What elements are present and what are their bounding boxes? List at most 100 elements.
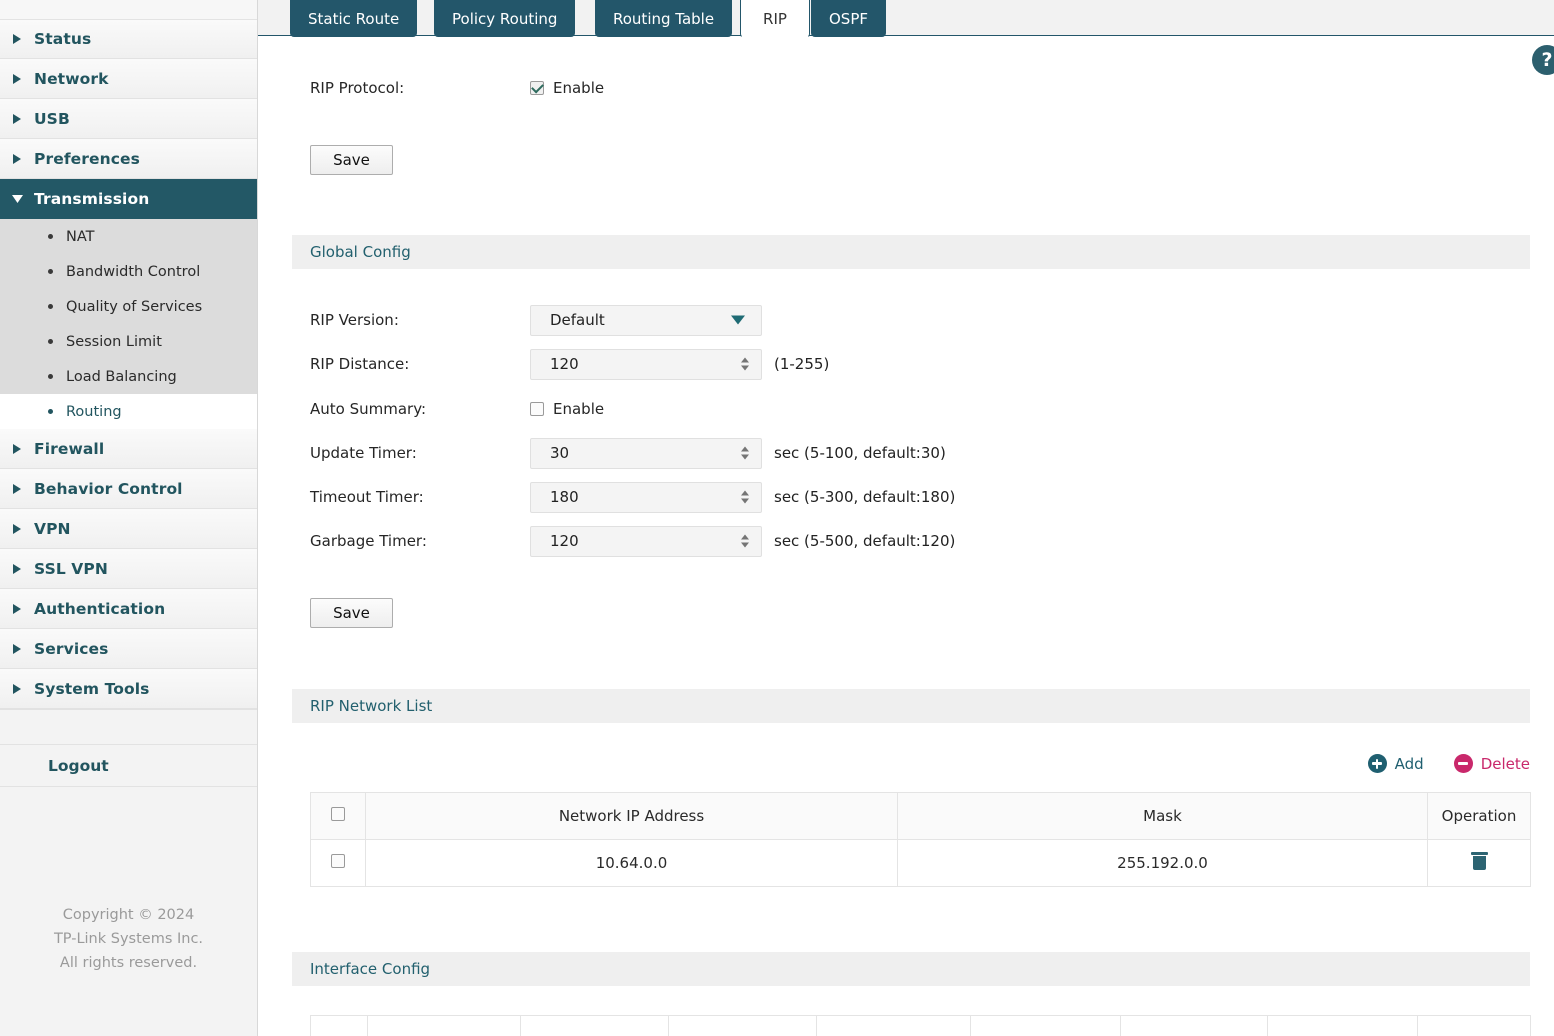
sidebar-item-quality-of-services[interactable]: Quality of Services: [0, 289, 257, 324]
save-label: Save: [333, 604, 370, 622]
tab-routing-table[interactable]: Routing Table: [595, 0, 733, 37]
bullet-icon: [48, 339, 53, 344]
help-icon[interactable]: ?: [1532, 45, 1554, 75]
sidebar-label-firewall: Firewall: [34, 439, 105, 458]
chevron-right-icon: [0, 643, 34, 654]
sidebar-item-vpn[interactable]: VPN: [0, 509, 257, 549]
rip-network-table: Network IP Address Mask Operation 10.64.…: [310, 792, 1531, 887]
section-title-interface-config: Interface Config: [310, 960, 431, 978]
sidebar-item-load-balancing[interactable]: Load Balancing: [0, 359, 257, 394]
sidebar-label-load-balancing: Load Balancing: [66, 368, 177, 385]
interface-col-3: [520, 1015, 669, 1036]
rip-protocol-enable-label: Enable: [553, 79, 605, 97]
rip-distance-label: RIP Distance:: [310, 355, 410, 373]
sidebar-submenu-transmission: NAT Bandwidth Control Quality of Service…: [0, 219, 257, 429]
sidebar-item-status[interactable]: Status: [0, 20, 257, 59]
sidebar-item-nat[interactable]: NAT: [0, 219, 257, 254]
chevron-right-icon: [0, 523, 34, 534]
bullet-icon: [48, 374, 53, 379]
garbage-timer-hint: sec (5-500, default:120): [774, 532, 956, 550]
sidebar-item-usb[interactable]: USB: [0, 99, 257, 139]
update-timer-label: Update Timer:: [310, 444, 417, 462]
delete-button[interactable]: Delete: [1453, 754, 1530, 773]
rip-distance-value: 120: [550, 355, 579, 373]
sidebar-item-routing[interactable]: Routing: [0, 394, 257, 429]
rip-network-list-toolbar: Add Delete: [1367, 754, 1530, 773]
chevron-right-icon: [0, 563, 34, 574]
column-header-operation: Operation: [1427, 792, 1531, 840]
tab-policy-routing[interactable]: Policy Routing: [434, 0, 576, 37]
table-header-row: Network IP Address Mask Operation: [310, 792, 1531, 840]
add-button[interactable]: Add: [1367, 754, 1424, 773]
section-header-rip-network-list: RIP Network List: [292, 689, 1530, 723]
interface-col-9: [1417, 1015, 1531, 1036]
tab-label: OSPF: [829, 9, 869, 28]
column-header-network-ip: Network IP Address: [365, 792, 898, 840]
garbage-timer-row: Garbage Timer: 120 sec (5-500, default:1…: [310, 525, 956, 557]
copyright-line-1: Copyright © 2024: [62, 907, 195, 923]
copyright: Copyright © 2024 TP-Link Systems Inc. Al…: [0, 903, 257, 975]
sidebar-item-ssl-vpn[interactable]: SSL VPN: [0, 549, 257, 589]
sidebar-item-bandwidth-control[interactable]: Bandwidth Control: [0, 254, 257, 289]
chevron-right-icon: [0, 73, 34, 84]
row-checkbox[interactable]: [331, 854, 345, 868]
rip-version-label: RIP Version:: [310, 311, 399, 329]
logout-label: Logout: [48, 756, 109, 775]
sidebar-label-routing: Routing: [66, 403, 122, 420]
sidebar-label-usb: USB: [34, 109, 70, 128]
stepper-icon[interactable]: [741, 534, 749, 548]
update-timer-hint: sec (5-100, default:30): [774, 444, 946, 462]
timeout-timer-value: 180: [550, 488, 579, 506]
stepper-icon[interactable]: [741, 490, 749, 504]
auto-summary-row: Auto Summary: Enable: [310, 394, 604, 424]
sidebar-item-preferences[interactable]: Preferences: [0, 139, 257, 179]
garbage-timer-value: 120: [550, 532, 579, 550]
chevron-down-icon: [0, 194, 34, 204]
sidebar-item-network[interactable]: Network: [0, 59, 257, 99]
sidebar-item-firewall[interactable]: Firewall: [0, 429, 257, 469]
tab-static-route[interactable]: Static Route: [290, 0, 418, 37]
rip-distance-row: RIP Distance: 120 (1-255): [310, 348, 829, 380]
chevron-right-icon: [0, 483, 34, 494]
timeout-timer-row: Timeout Timer: 180 sec (5-300, default:1…: [310, 481, 955, 513]
sidebar-label-ssl-vpn: SSL VPN: [34, 559, 108, 578]
stepper-icon[interactable]: [741, 357, 749, 371]
trash-icon[interactable]: [1470, 852, 1488, 870]
timeout-timer-input[interactable]: 180: [530, 481, 762, 513]
sidebar-item-transmission[interactable]: Transmission: [0, 179, 257, 219]
save-button-rip-protocol[interactable]: Save: [310, 145, 393, 175]
delete-label: Delete: [1480, 754, 1530, 773]
tab-label: Policy Routing: [452, 9, 558, 28]
sidebar-item-system-tools[interactable]: System Tools: [0, 669, 257, 709]
auto-summary-enable-label: Enable: [553, 400, 605, 418]
cell-operation: [1427, 839, 1531, 887]
stepper-icon[interactable]: [741, 446, 749, 460]
update-timer-input[interactable]: 30: [530, 437, 762, 469]
sidebar-label-behavior-control: Behavior Control: [34, 479, 183, 498]
rip-version-row: RIP Version: Default: [310, 304, 762, 336]
sidebar-item-behavior-control[interactable]: Behavior Control: [0, 469, 257, 509]
logout-button[interactable]: Logout: [0, 745, 257, 787]
sidebar-label-bandwidth-control: Bandwidth Control: [66, 263, 201, 280]
rip-version-select[interactable]: Default: [530, 304, 762, 336]
chevron-right-icon: [0, 603, 34, 614]
save-button-global-config[interactable]: Save: [310, 598, 393, 628]
sidebar-item-services[interactable]: Services: [0, 629, 257, 669]
tab-label: RIP: [763, 9, 787, 28]
rip-protocol-enable-checkbox[interactable]: [530, 81, 544, 95]
update-timer-value: 30: [550, 444, 570, 462]
interface-col-2: [367, 1015, 521, 1036]
tab-rip[interactable]: RIP: [740, 0, 810, 38]
rip-distance-input[interactable]: 120: [530, 348, 762, 380]
sidebar-label-system-tools: System Tools: [34, 679, 150, 698]
garbage-timer-input[interactable]: 120: [530, 525, 762, 557]
tab-ospf[interactable]: OSPF: [811, 0, 887, 37]
chevron-right-icon: [0, 34, 34, 44]
cell-mask: 255.192.0.0: [897, 839, 1428, 887]
select-all-cell: [310, 792, 366, 840]
sidebar-item-authentication[interactable]: Authentication: [0, 589, 257, 629]
minus-circle-icon: [1453, 754, 1473, 773]
select-all-checkbox[interactable]: [331, 807, 345, 821]
auto-summary-enable-checkbox[interactable]: [530, 402, 544, 416]
sidebar-item-session-limit[interactable]: Session Limit: [0, 324, 257, 359]
